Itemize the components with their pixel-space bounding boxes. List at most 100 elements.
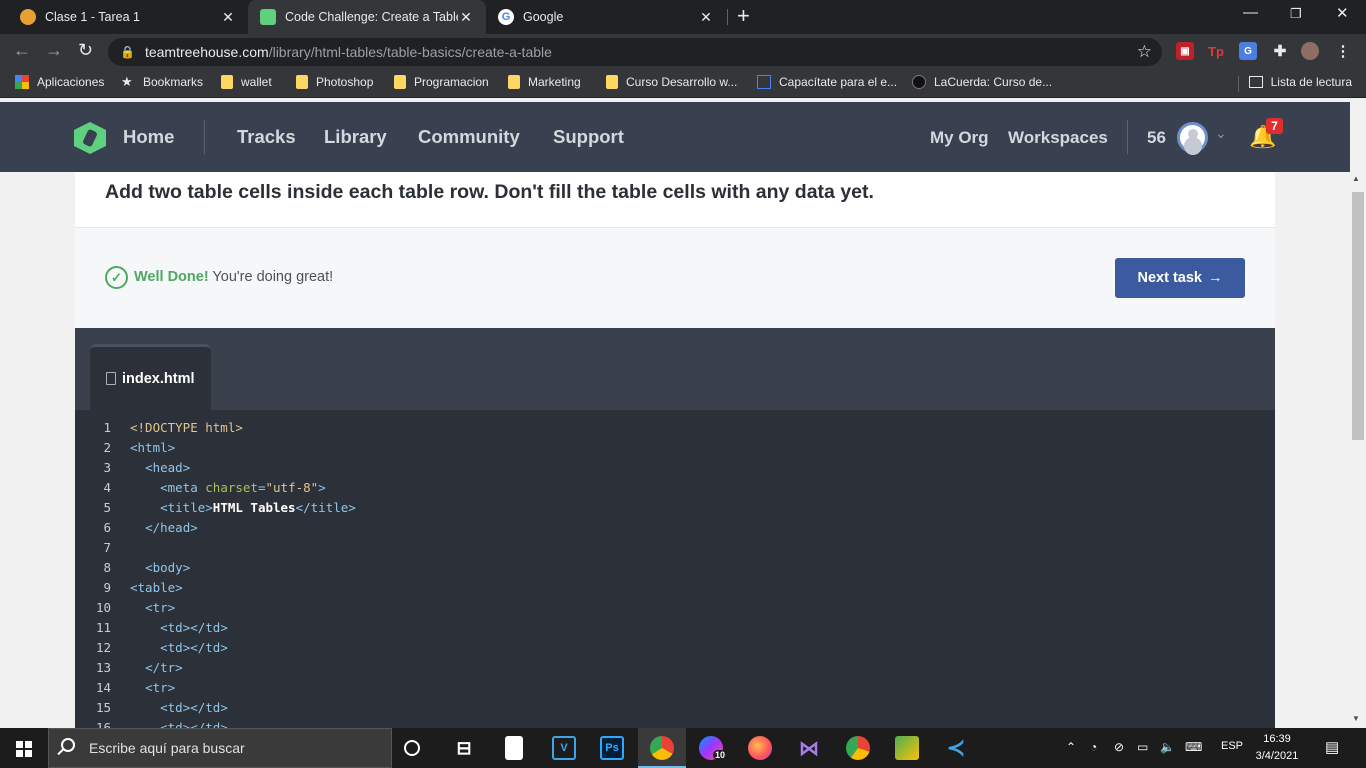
nav-library[interactable]: Library (324, 126, 387, 148)
chevron-up-icon[interactable]: ⌃ (1066, 740, 1076, 754)
bookmark-item[interactable]: Marketing (508, 75, 581, 89)
arrow-right-icon: → (1207, 270, 1223, 286)
code-line[interactable]: 6 </head> (75, 518, 1275, 538)
language-indicator[interactable]: ESP (1221, 740, 1243, 752)
tab-title: Code Challenge: Create a Table (285, 10, 458, 24)
bookmark-label: wallet (241, 75, 272, 89)
app-icon[interactable] (895, 736, 919, 760)
task-view-icon[interactable]: ⊟ (452, 736, 476, 760)
code-line[interactable]: 2 <html> (75, 438, 1275, 458)
nav-support[interactable]: Support (553, 126, 624, 148)
reload-icon[interactable]: ↻ (78, 40, 93, 61)
code-line[interactable]: 11 <td></td> (75, 618, 1275, 638)
points-count: 56 (1147, 128, 1166, 147)
treehouse-logo-icon[interactable] (74, 122, 106, 154)
code-line[interactable]: 13 </tr> (75, 658, 1275, 678)
bookmark-item[interactable]: Curso Desarrollo w... (606, 75, 737, 89)
firefox-icon[interactable] (748, 736, 772, 760)
taskbar-search-box[interactable]: Escribe aquí para buscar (48, 728, 392, 768)
notification-center-icon[interactable]: ▤ (1325, 738, 1339, 756)
profile-avatar[interactable] (1301, 42, 1319, 60)
close-icon[interactable]: ✕ (458, 9, 474, 26)
nav-home[interactable]: Home (123, 126, 174, 148)
new-tab-icon[interactable]: + (737, 5, 750, 27)
code-line[interactable]: 5 <title>HTML Tables</title> (75, 498, 1275, 518)
chrome-icon[interactable] (650, 736, 674, 760)
bookmark-item[interactable]: LaCuerda: Curso de... (912, 75, 1052, 89)
minimize-icon[interactable]: — (1243, 4, 1258, 21)
windows-start-icon[interactable] (16, 741, 32, 757)
network-icon[interactable]: ⊘ (1114, 740, 1124, 754)
nav-workspaces[interactable]: Workspaces (1008, 128, 1108, 148)
visual-studio-icon[interactable]: ⋈ (797, 736, 821, 760)
code-line[interactable]: 15 <td></td> (75, 698, 1275, 718)
battery-icon[interactable]: ▭ (1137, 740, 1148, 754)
chevron-down-icon[interactable]: ⌄ (1215, 125, 1227, 142)
menu-dots-icon[interactable]: ⋮ (1334, 42, 1352, 60)
nav-community[interactable]: Community (418, 126, 520, 148)
vscode-icon[interactable]: ≺ (944, 735, 968, 760)
chrome-profile-icon[interactable] (846, 736, 870, 760)
code-line[interactable]: 10 <tr> (75, 598, 1275, 618)
close-icon[interactable]: ✕ (220, 9, 236, 26)
nav-my-org[interactable]: My Org (930, 128, 989, 148)
bookmark-star-icon[interactable]: ☆ (1137, 42, 1152, 62)
code-line[interactable]: 7 (75, 538, 1275, 558)
bookmark-item[interactable]: Aplicaciones (15, 75, 104, 89)
messenger-icon[interactable]: 10 (699, 736, 727, 760)
bookmarks-bar: Aplicaciones ★ Bookmarks wallet Photosho… (0, 70, 1366, 98)
scroll-down-arrow-icon[interactable]: ▼ (1352, 714, 1360, 723)
wifi-icon[interactable]: ◔ (1090, 740, 1097, 754)
code-line[interactable]: 16 <td></td> (75, 718, 1275, 728)
bookmark-label: Curso Desarrollo w... (626, 75, 738, 89)
line-number: 4 (103, 480, 111, 495)
code-line[interactable]: 9 <table> (75, 578, 1275, 598)
line-number: 1 (103, 420, 111, 435)
tab-code-challenge[interactable]: Code Challenge: Create a Table ✕ (248, 0, 486, 34)
next-task-button[interactable]: Next task → (1115, 258, 1245, 298)
translate-extension-icon[interactable]: G (1239, 42, 1257, 60)
page-icon (757, 75, 771, 89)
notepad-icon[interactable] (505, 736, 523, 760)
bookmark-item[interactable]: wallet (221, 75, 272, 89)
code-line[interactable]: 8 <body> (75, 558, 1275, 578)
bookmark-item[interactable]: Photoshop (296, 75, 373, 89)
cortana-icon[interactable] (404, 740, 420, 756)
bookmark-item[interactable]: ★ Bookmarks (121, 75, 203, 90)
tp-extension-icon[interactable]: Tp (1207, 42, 1225, 60)
nav-tracks[interactable]: Tracks (237, 126, 296, 148)
code-line[interactable]: 12 <td></td> (75, 638, 1275, 658)
extensions-puzzle-icon[interactable]: ✚ (1271, 42, 1289, 60)
code-area[interactable]: 1 <!DOCTYPE html> 2 <html> 3 <head> 4 <meta c… (75, 410, 1275, 728)
reading-list-button[interactable]: Lista de lectura (1248, 75, 1352, 89)
tab-clase-1[interactable]: Clase 1 - Tarea 1 ✕ (8, 0, 248, 34)
file-tab-index-html[interactable]: index.html (90, 344, 211, 410)
clock[interactable]: 16:39 3/4/2021 (1252, 731, 1302, 765)
pdf-extension-icon[interactable]: ▣ (1176, 42, 1194, 60)
restore-icon[interactable]: ❐ (1290, 6, 1302, 22)
keyboard-icon[interactable]: ⌨ (1185, 740, 1202, 754)
code-line[interactable]: 3 <head> (75, 458, 1275, 478)
user-avatar[interactable] (1177, 122, 1208, 153)
bookmark-item[interactable]: Capacítate para el e... (757, 75, 897, 89)
back-icon[interactable]: ← (13, 40, 31, 61)
volume-icon[interactable]: 🔈 (1160, 740, 1175, 754)
bookmark-label: Marketing (528, 75, 581, 89)
close-icon[interactable]: ✕ (698, 9, 714, 26)
code-line[interactable]: 1 <!DOCTYPE html> (75, 418, 1275, 438)
photoshop-icon[interactable]: Ps (600, 736, 624, 760)
reading-list-icon (1248, 76, 1263, 88)
folder-icon (394, 75, 406, 89)
scrollbar-thumb[interactable] (1352, 192, 1364, 440)
address-bar[interactable]: 🔒 teamtreehouse.com/library/html-tables/… (108, 38, 1162, 66)
bookmark-item[interactable]: Programacion (394, 75, 489, 89)
tab-google[interactable]: G Google ✕ (486, 0, 726, 34)
window-close-icon[interactable]: ✕ (1336, 4, 1349, 22)
code-line[interactable]: 4 <meta charset="utf-8"> (75, 478, 1275, 498)
code-line[interactable]: 14 <tr> (75, 678, 1275, 698)
code-text: <html> (130, 440, 176, 455)
scroll-up-arrow-icon[interactable]: ▲ (1352, 174, 1360, 183)
visual-app-icon[interactable]: V (552, 736, 576, 760)
code-text: </tr> (145, 660, 183, 675)
forward-icon[interactable]: → (45, 40, 63, 61)
